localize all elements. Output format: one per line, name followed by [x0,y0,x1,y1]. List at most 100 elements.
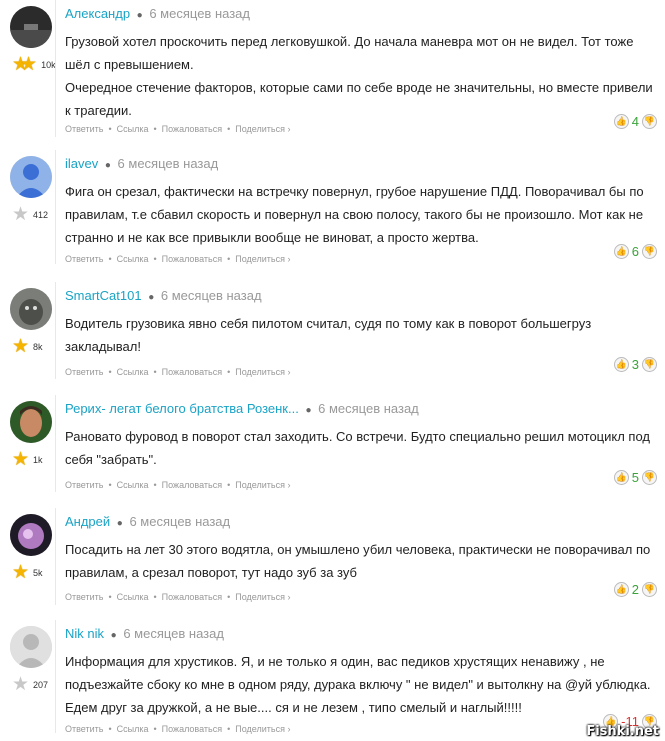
author-name[interactable]: Рерих- легат белого братства Розенк... [65,401,299,416]
share-link[interactable]: Поделиться [235,367,285,377]
comment-item: ★ 412 ilavev ● 6 месяцев назад Фига он с… [0,150,665,272]
share-link[interactable]: Поделиться [235,480,285,490]
thumb-down-icon[interactable]: 👎 [642,357,657,372]
avatar[interactable] [10,514,52,556]
comment-score: 5 [631,470,639,485]
avatar[interactable] [10,156,52,198]
author-name[interactable]: Андрей [65,514,110,529]
rank-count: 10k [41,60,56,70]
rank-stars: ★ ★ [12,55,37,74]
separator-dot: • [108,367,112,377]
report-link[interactable]: Пожаловаться [162,592,222,602]
separator-dot: • [227,124,231,134]
separator-dot: • [108,724,112,734]
permalink-link[interactable]: Ссылка [117,724,149,734]
reply-link[interactable]: Ответить [65,367,103,377]
thumb-up-icon[interactable]: 👍 [613,244,629,259]
comment-text: Информация для хрустиков. Я, и не только… [65,650,660,719]
comment-time[interactable]: 6 месяцев назад [161,288,262,303]
share-link[interactable]: Поделиться [235,124,285,134]
thumb-up-icon[interactable]: 👍 [613,582,629,597]
comment-paragraph: Информация для хрустиков. Я, и не только… [65,654,651,715]
separator-dot: ● [148,292,155,303]
avatar[interactable] [10,288,52,330]
separator-dot: • [153,124,157,134]
comment-header: Александр ● 6 месяцев назад [65,6,250,21]
comment-paragraph: Рановато фуровод в поворот стал заходить… [65,429,650,467]
permalink-link[interactable]: Ссылка [117,124,149,134]
star-icon: ★ [12,562,30,583]
comment-actions: Ответить • Ссылка • Пожаловаться • Поделиться … [65,480,290,490]
permalink-link[interactable]: Ссылка [117,592,149,602]
permalink-link[interactable]: Ссылка [117,254,149,264]
report-link[interactable]: Пожаловаться [162,724,222,734]
author-name[interactable]: SmartCat101 [65,288,142,303]
user-rank: ★ 207 [12,674,48,695]
comment-time[interactable]: 6 месяцев назад [149,6,250,21]
permalink-link[interactable]: Ссылка [117,367,149,377]
reply-link[interactable]: Ответить [65,254,103,264]
separator-dot: • [153,724,157,734]
star-icon: ★ [12,674,30,695]
thumb-up-icon[interactable]: 👍 [613,470,629,485]
rank-stars: ★ [12,205,29,224]
share-arrow-icon: › [287,254,291,264]
vote-controls: 👍 3 👎 [613,357,657,372]
comment-header: Nik nik ● 6 месяцев назад [65,626,224,641]
separator-dot: • [108,254,112,264]
share-arrow-icon: › [287,367,291,377]
share-link[interactable]: Поделиться [235,254,285,264]
author-column: ★ 412 [10,156,54,224]
vote-controls: 👍 5 👎 [613,470,657,485]
avatar[interactable] [10,401,52,443]
comment-item: ★ 207 Nik nik ● 6 месяцев назад Информац… [0,620,665,741]
share-arrow-icon: › [287,592,291,602]
author-name[interactable]: Александр [65,6,130,21]
user-rank: ★ 412 [12,205,48,224]
comment-header: ilavev ● 6 месяцев назад [65,156,218,171]
avatar[interactable] [10,6,52,48]
share-link[interactable]: Поделиться [235,724,285,734]
report-link[interactable]: Пожаловаться [162,124,222,134]
thread-line [55,0,56,137]
comment-time[interactable]: 6 месяцев назад [129,514,230,529]
separator-dot: ● [116,518,123,529]
thumb-down-icon[interactable]: 👎 [642,244,657,259]
vote-controls: 👍 4 👎 [613,114,657,129]
star-icon: ★ [12,336,30,357]
comment-item: ★ 5k Андрей ● 6 месяцев назад Посадить н… [0,508,665,613]
separator-dot: • [227,367,231,377]
star-icon: ★ [12,449,30,470]
reply-link[interactable]: Ответить [65,724,103,734]
reply-link[interactable]: Ответить [65,592,103,602]
thumb-down-icon[interactable]: 👎 [642,582,657,597]
author-column: ★ ★ 10k [10,6,56,74]
comment-header: Андрей ● 6 месяцев назад [65,514,230,529]
author-name[interactable]: ilavev [65,156,98,171]
comment-time[interactable]: 6 месяцев назад [123,626,224,641]
thumb-up-icon[interactable]: 👍 [613,114,629,129]
permalink-link[interactable]: Ссылка [117,480,149,490]
thumb-down-icon[interactable]: 👎 [642,470,657,485]
avatar[interactable] [10,626,52,668]
comment-time[interactable]: 6 месяцев назад [318,401,419,416]
report-link[interactable]: Пожаловаться [162,480,222,490]
author-column: ★ 207 [10,626,54,694]
rank-count: 1k [33,455,43,465]
separator-dot: • [108,592,112,602]
author-name[interactable]: Nik nik [65,626,104,641]
thread-line [55,395,56,492]
reply-link[interactable]: Ответить [65,124,103,134]
thumb-up-icon[interactable]: 👍 [613,357,629,372]
comment-actions: Ответить • Ссылка • Пожаловаться • Поделиться … [65,592,290,602]
comment-time[interactable]: 6 месяцев назад [118,156,219,171]
reply-link[interactable]: Ответить [65,480,103,490]
report-link[interactable]: Пожаловаться [162,367,222,377]
thumb-down-icon[interactable]: 👎 [642,114,657,129]
user-rank: ★ ★ 10k [12,55,56,74]
separator-dot: • [108,480,112,490]
report-link[interactable]: Пожаловаться [162,254,222,264]
watermark: Fishki.net [586,724,659,739]
share-link[interactable]: Поделиться [235,592,285,602]
thread-line [55,150,56,264]
